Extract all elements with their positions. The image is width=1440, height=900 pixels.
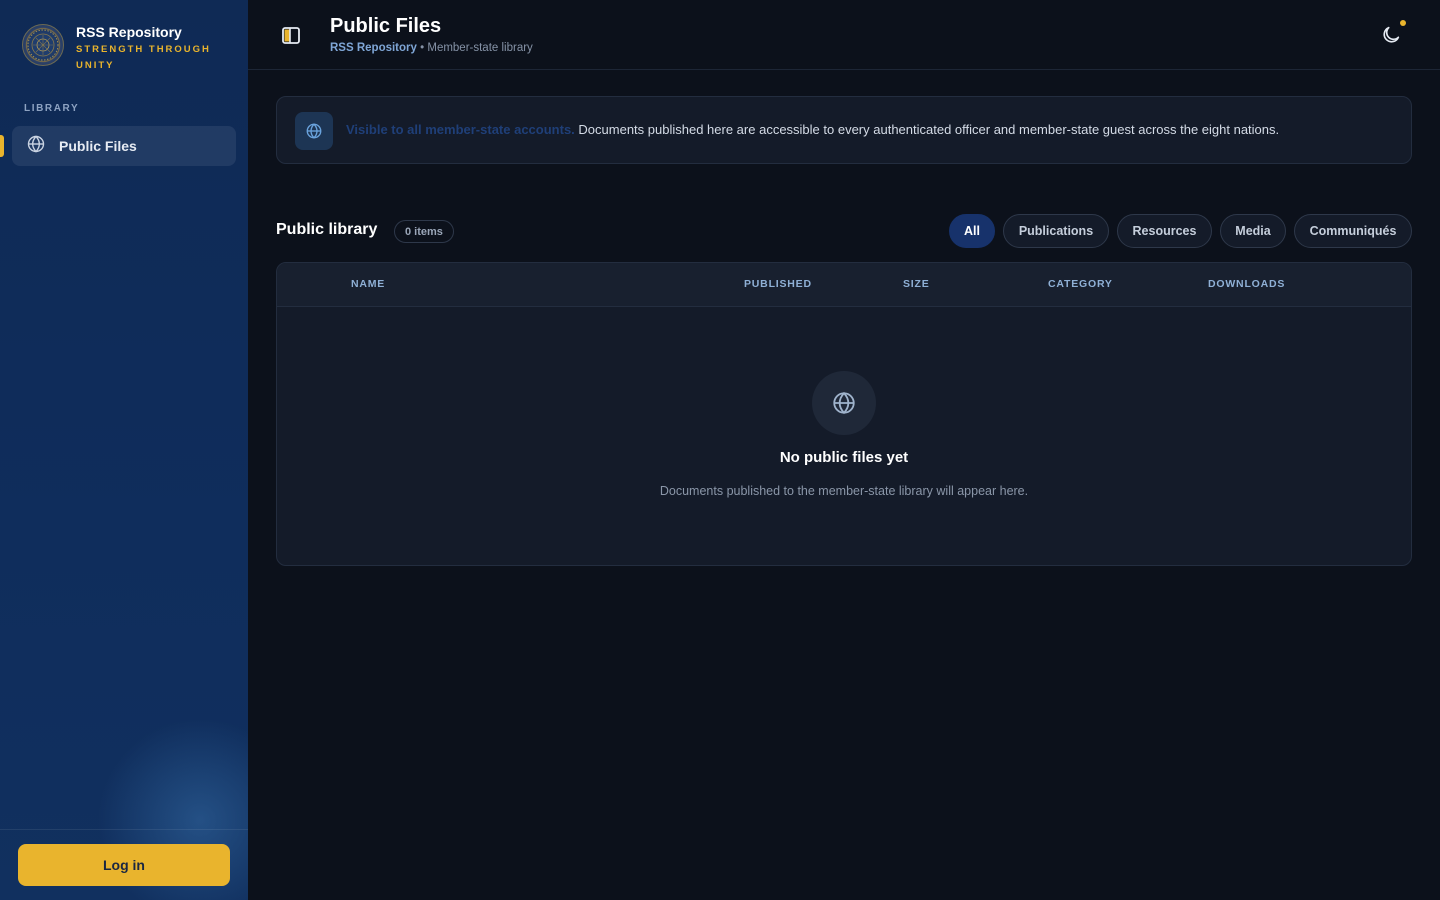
notice-strong: Visible to all member-state accounts. [346,122,575,137]
moon-icon[interactable] [1380,24,1402,46]
column-header-name[interactable]: NAME [351,278,385,290]
sidebar-item-label: Public Files [59,138,137,154]
filter-communiques[interactable]: Communiqués [1294,214,1412,248]
item-count-badge: 0 items [394,220,454,243]
globe-icon [812,371,876,435]
library-title: Public library [276,221,378,238]
login-button[interactable]: Log in [18,844,230,886]
globe-icon [295,112,333,150]
files-table: NAME PUBLISHED SIZE CATEGORY DOWNLOADS N… [276,262,1412,566]
nav-section-label: LIBRARY [24,103,80,114]
brand-tagline: STRENGTH THROUGH UNITY [76,44,211,71]
empty-state-title: No public files yet [779,449,909,466]
sidebar-item-public-files[interactable]: Public Files [12,126,236,166]
brand[interactable]: RSS Repository STRENGTH THROUGH UNITY [22,24,216,74]
breadcrumb: RSS Repository • Member-state library [330,42,533,54]
breadcrumb-root[interactable]: RSS Repository [330,42,417,54]
table-header: NAME PUBLISHED SIZE CATEGORY DOWNLOADS [277,263,1411,307]
column-header-category[interactable]: CATEGORY [1048,278,1113,290]
notification-dot [1400,20,1406,26]
breadcrumb-current: Member-state library [427,42,533,54]
filter-resources[interactable]: Resources [1117,214,1212,248]
sidebar-toggle-icon[interactable] [280,24,302,46]
column-header-downloads[interactable]: DOWNLOADS [1208,278,1285,290]
active-nav-indicator [0,135,4,157]
sidebar: RSS Repository STRENGTH THROUGH UNITY LI… [0,0,248,900]
breadcrumb-separator: • [420,42,425,54]
globe-icon [26,134,46,159]
empty-state-subtitle: Documents published to the member-state … [659,484,1029,498]
page-title: Public Files [330,15,442,37]
column-header-size[interactable]: SIZE [903,278,930,290]
filter-all[interactable]: All [949,214,995,248]
column-header-published[interactable]: PUBLISHED [744,278,812,290]
seal-logo-icon [22,24,64,66]
notice-text: Visible to all member-state accounts. Do… [346,122,1279,137]
visibility-notice: Visible to all member-state accounts. Do… [276,96,1412,164]
filter-publications[interactable]: Publications [1003,214,1109,248]
brand-title: RSS Repository [76,24,182,40]
notice-body: Documents published here are accessible … [578,122,1280,137]
top-header: Public Files RSS Repository • Member-sta… [248,0,1440,70]
filter-media[interactable]: Media [1220,214,1286,248]
